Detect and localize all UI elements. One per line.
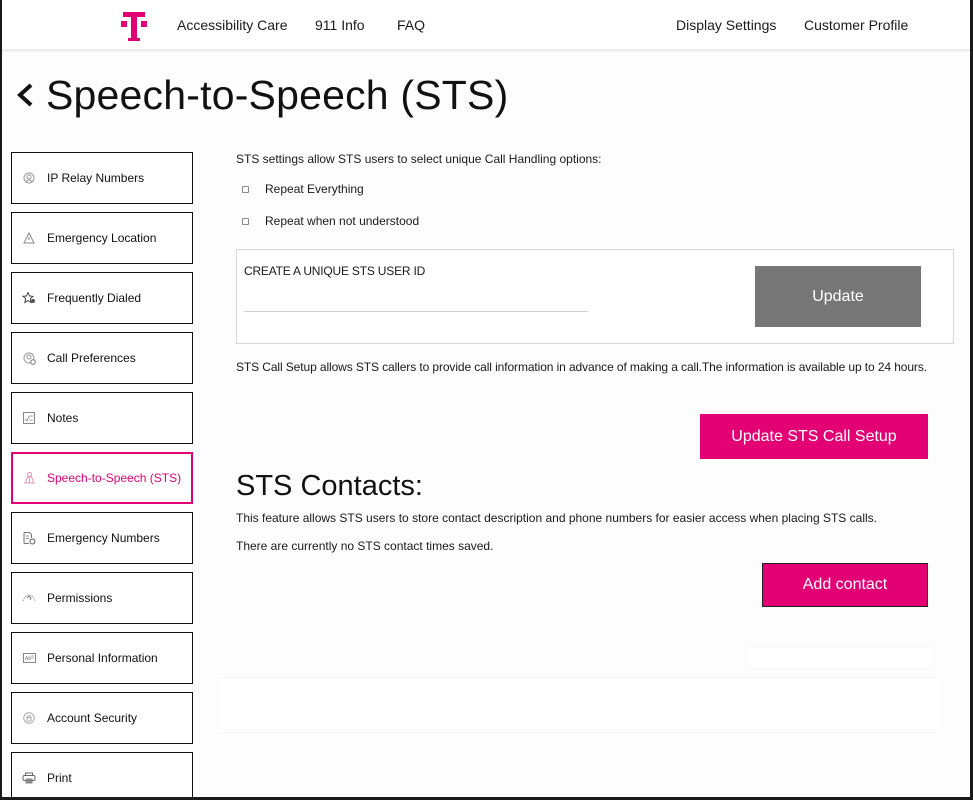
document-gear-icon (22, 531, 36, 545)
option-repeat-when-not-understood[interactable]: Repeat when not understood (242, 214, 419, 228)
option-repeat-everything[interactable]: Repeat Everything (242, 182, 364, 196)
chevron-left-icon[interactable] (14, 80, 38, 110)
sidebar-item-label: Frequently Dialed (47, 291, 142, 305)
nav-faq[interactable]: FAQ (397, 17, 425, 33)
warning-triangle-icon (22, 231, 36, 245)
sidebar-item-emergency-numbers[interactable]: Emergency Numbers (11, 512, 193, 564)
sidebar-item-label: Call Preferences (47, 351, 136, 365)
sidebar-item-label: Personal Information (47, 651, 158, 665)
sidebar-item-label: Speech-to-Speech (STS) (47, 471, 182, 485)
user-clock-icon (22, 351, 36, 365)
sts-user-id-input[interactable] (244, 288, 588, 312)
page-title: Speech-to-Speech (STS) (46, 71, 509, 118)
nav-911-info[interactable]: 911 Info (315, 17, 365, 33)
sidebar-item-call-preferences[interactable]: Call Preferences (11, 332, 193, 384)
checkbox-label: Repeat Everything (265, 182, 364, 196)
page-header: Speech-to-Speech (STS) (14, 70, 508, 120)
faint-overlay-panel (219, 677, 939, 733)
repeat-everything-checkbox[interactable] (242, 185, 249, 193)
sidebar-item-permissions[interactable]: Permissions (11, 572, 193, 624)
sidebar-item-account-security[interactable]: Account Security (11, 692, 193, 744)
user-circle-icon (22, 171, 36, 185)
call-setup-description: STS Call Setup allows STS callers to pro… (236, 360, 927, 374)
nav-display-settings[interactable]: Display Settings (676, 17, 776, 33)
sidebar-item-speech-to-speech[interactable]: Speech-to-Speech (STS) (11, 452, 193, 504)
sidebar-item-label: Account Security (47, 711, 138, 725)
t-mobile-logo[interactable] (121, 12, 147, 42)
sts-settings-intro: STS settings allow STS users to select u… (236, 152, 602, 166)
sidebar-item-notes[interactable]: Notes (11, 392, 193, 444)
sidebar-item-personal-information[interactable]: Ab Personal Information (11, 632, 193, 684)
sidebar-item-label: Emergency Numbers (47, 531, 160, 545)
handshake-icon (22, 591, 36, 605)
lock-circle-icon (22, 711, 36, 725)
sidebar-item-label: Permissions (47, 591, 113, 605)
notes-icon (22, 411, 36, 425)
sidebar-item-print[interactable]: Print (11, 752, 193, 797)
nav-accessibility-care[interactable]: Accessibility Care (177, 17, 287, 33)
printer-icon (22, 771, 36, 785)
repeat-when-not-understood-checkbox[interactable] (242, 217, 249, 225)
faint-overlay-tab (745, 647, 935, 669)
sts-contacts-empty-message: There are currently no STS contact times… (236, 539, 494, 553)
sidebar-item-label: Print (47, 771, 72, 785)
sts-contacts-heading: STS Contacts: (236, 470, 423, 502)
sts-contacts-description: This feature allows STS users to store c… (236, 511, 877, 525)
sidebar-item-label: Notes (47, 411, 79, 425)
people-icon (22, 471, 36, 485)
update-sts-call-setup-button[interactable]: Update STS Call Setup (700, 414, 928, 459)
add-contact-button[interactable]: Add contact (762, 563, 928, 607)
sidebar-item-label: IP Relay Numbers (47, 171, 145, 185)
star-icon (22, 291, 36, 305)
checkbox-label: Repeat when not understood (265, 214, 420, 228)
nav-customer-profile[interactable]: Customer Profile (804, 17, 908, 33)
sidebar-item-frequently-dialed[interactable]: Frequently Dialed (11, 272, 193, 324)
sidebar-item-label: Emergency Location (47, 231, 157, 245)
app-window: Accessibility Care 911 Info FAQ Display … (2, 0, 970, 797)
sidebar-item-ip-relay-numbers[interactable]: IP Relay Numbers (11, 152, 193, 204)
sts-user-id-panel: CREATE A UNIQUE STS USER ID Update (236, 249, 954, 344)
top-navigation-bar: Accessibility Care 911 Info FAQ Display … (2, 0, 970, 51)
id-card-icon: Ab (22, 651, 36, 665)
update-user-id-button[interactable]: Update (755, 266, 921, 327)
sts-user-id-label: CREATE A UNIQUE STS USER ID (244, 264, 426, 278)
sidebar-item-emergency-location[interactable]: Emergency Location (11, 212, 193, 264)
svg-text:Ab: Ab (25, 656, 31, 662)
